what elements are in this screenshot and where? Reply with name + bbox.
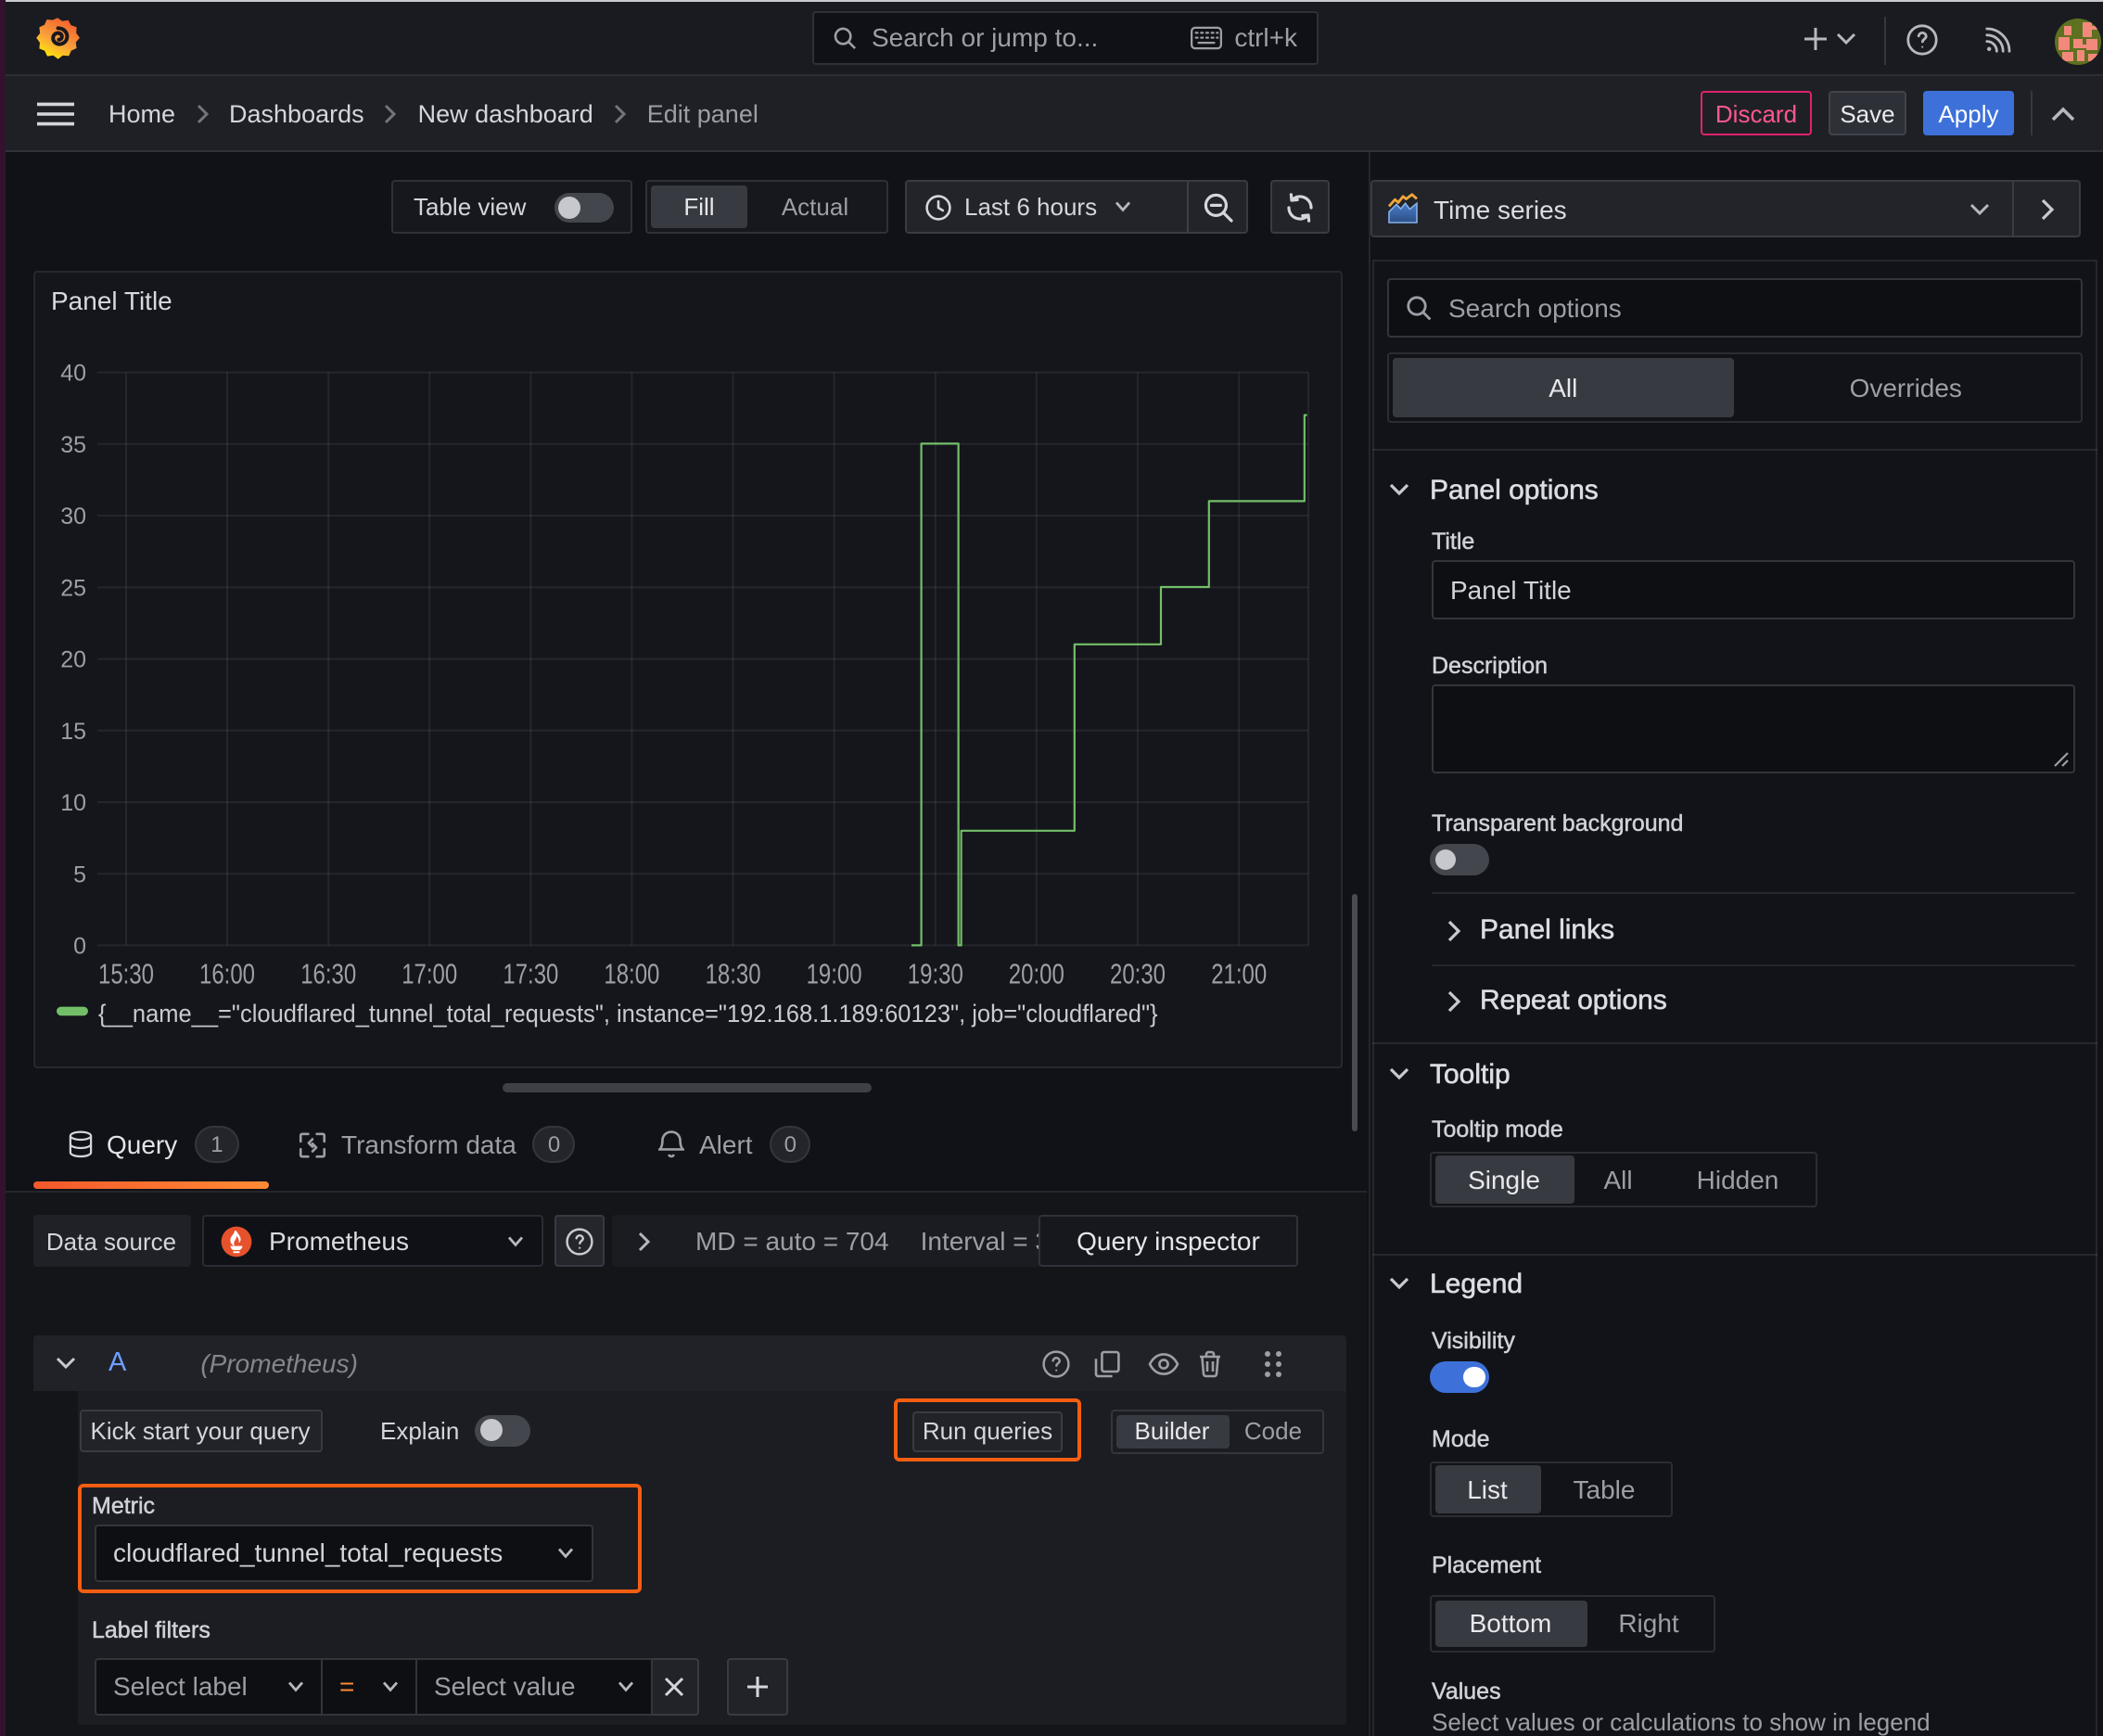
- svg-text:19:30: 19:30: [908, 958, 963, 990]
- svg-text:15: 15: [60, 719, 86, 745]
- svg-text:18:30: 18:30: [706, 958, 761, 990]
- svg-text:0: 0: [73, 934, 86, 960]
- svg-text:21:00: 21:00: [1211, 958, 1267, 990]
- svg-text:25: 25: [60, 575, 86, 601]
- svg-text:19:00: 19:00: [807, 958, 862, 990]
- svg-text:10: 10: [60, 790, 86, 816]
- svg-text:35: 35: [60, 432, 86, 458]
- svg-text:20:30: 20:30: [1110, 958, 1166, 990]
- svg-text:20:00: 20:00: [1009, 958, 1064, 990]
- svg-text:16:30: 16:30: [300, 958, 356, 990]
- svg-text:40: 40: [60, 361, 86, 387]
- svg-text:20: 20: [60, 647, 86, 673]
- svg-text:30: 30: [60, 504, 86, 530]
- svg-text:18:00: 18:00: [604, 958, 659, 990]
- svg-text:16:00: 16:00: [199, 958, 255, 990]
- svg-text:17:30: 17:30: [503, 958, 558, 990]
- svg-text:15:30: 15:30: [98, 958, 154, 990]
- svg-text:17:00: 17:00: [401, 958, 457, 990]
- svg-text:5: 5: [73, 862, 86, 887]
